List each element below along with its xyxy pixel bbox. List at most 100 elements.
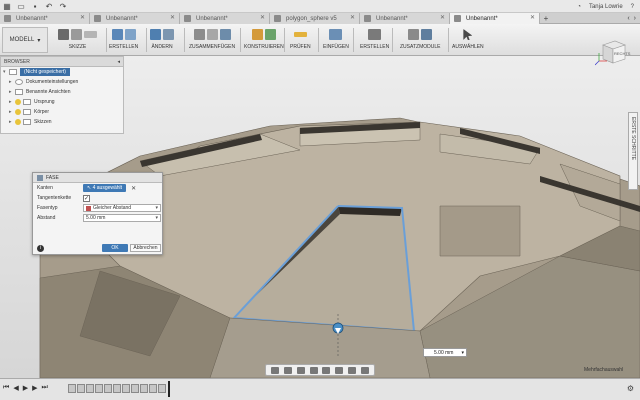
new-tab-button[interactable]: + xyxy=(540,13,552,24)
visibility-bulb-icon[interactable] xyxy=(15,99,21,105)
make-group[interactable]: ERSTELLEN xyxy=(360,26,389,54)
inspect-group[interactable]: PRÜFEN xyxy=(290,26,311,54)
gear-icon[interactable]: ⚙ xyxy=(627,384,634,393)
redo-icon[interactable]: ↷ xyxy=(56,0,70,13)
tree-root-label[interactable]: (Nicht gespeichert) xyxy=(20,68,70,76)
close-icon[interactable]: ✕ xyxy=(170,13,175,24)
look-at-icon[interactable] xyxy=(284,366,293,374)
visibility-bulb-icon[interactable] xyxy=(15,109,21,115)
timeline-feature[interactable] xyxy=(86,384,94,393)
distance-input[interactable]: 5.00 mm ▾ xyxy=(83,214,161,222)
close-icon[interactable]: ✕ xyxy=(350,13,355,24)
close-icon[interactable]: ✕ xyxy=(440,13,445,24)
user-name[interactable]: Tanja Lowrie xyxy=(589,4,623,10)
chamfer-type-select[interactable]: Gleicher Abstand ▾ xyxy=(83,204,161,212)
timeline-marker[interactable] xyxy=(168,381,170,397)
fit-icon[interactable] xyxy=(322,366,331,374)
timeline-feature[interactable] xyxy=(149,384,157,393)
extrude-icon[interactable] xyxy=(111,29,123,40)
viewports-icon[interactable] xyxy=(360,366,369,374)
construct-group[interactable]: KONSTRUIEREN xyxy=(244,26,284,54)
app-menu-icon[interactable]: ▦ xyxy=(0,0,14,13)
view-cube[interactable]: RECHTS xyxy=(594,35,630,69)
insert-image-icon[interactable] xyxy=(329,29,343,40)
orbit-icon[interactable] xyxy=(271,366,280,374)
document-tab[interactable]: polygon_sphere v5 ✕ xyxy=(270,13,360,24)
addins-group[interactable]: ZUSATZMODULE xyxy=(400,26,440,54)
dialog-header[interactable]: FASE xyxy=(33,173,162,183)
canvas-distance-input[interactable]: 5.00 mm ▾ xyxy=(423,348,467,357)
fillet-icon[interactable] xyxy=(163,29,174,40)
help-icon[interactable]: ? xyxy=(631,4,634,10)
tangent-chain-checkbox[interactable]: ✓ xyxy=(83,194,90,202)
document-tab[interactable]: Unbenannt* ✕ xyxy=(0,13,90,24)
as-built-joint-icon[interactable] xyxy=(219,29,231,40)
document-tab[interactable]: Unbenannt* ✕ xyxy=(90,13,180,24)
tree-item-bodies[interactable]: ▸ Körper xyxy=(1,107,123,117)
getting-started-panel[interactable]: ERSTE SCHRITTE xyxy=(628,112,638,190)
document-tab-active[interactable]: Unbenannt* ✕ xyxy=(450,13,540,24)
step-forward-icon[interactable]: ▶ xyxy=(32,384,37,392)
offset-plane-icon[interactable] xyxy=(251,29,263,40)
revolve-icon[interactable] xyxy=(124,29,136,40)
timeline-feature[interactable] xyxy=(158,384,166,393)
timeline-feature[interactable] xyxy=(122,384,130,393)
workspace-switcher[interactable]: MODELL ▾ xyxy=(2,27,48,53)
pan-icon[interactable] xyxy=(296,366,305,374)
zoom-icon[interactable] xyxy=(309,366,318,374)
tree-item-sketches[interactable]: ▸ Skizzen xyxy=(1,117,123,127)
ok-button[interactable]: OK xyxy=(102,244,128,252)
timeline-feature[interactable] xyxy=(77,384,85,393)
sketch-rectangle-icon[interactable] xyxy=(84,31,97,38)
press-pull-icon[interactable] xyxy=(150,29,161,40)
3d-print-icon[interactable] xyxy=(368,29,382,40)
visibility-bulb-icon[interactable] xyxy=(15,119,21,125)
tree-item-origin[interactable]: ▸ Ursprung xyxy=(1,97,123,107)
timeline-feature[interactable] xyxy=(95,384,103,393)
go-to-start-icon[interactable]: ⏮ xyxy=(3,384,9,392)
plane-at-angle-icon[interactable] xyxy=(264,29,276,40)
model-facet[interactable] xyxy=(439,205,521,257)
document-tab[interactable]: Unbenannt* ✕ xyxy=(360,13,450,24)
chevron-right-icon[interactable]: › xyxy=(634,15,636,22)
close-icon[interactable]: ✕ xyxy=(260,13,265,24)
cancel-button[interactable]: Abbrechen xyxy=(130,244,161,252)
joint-icon[interactable] xyxy=(206,29,218,40)
measure-icon[interactable] xyxy=(293,32,307,37)
undo-icon[interactable]: ↶ xyxy=(42,0,56,13)
edges-select-button[interactable]: ↖ 4 ausgewählt xyxy=(83,184,127,192)
collapse-icon[interactable]: ◂ xyxy=(117,59,120,65)
clear-selection-icon[interactable]: ✕ xyxy=(131,185,136,192)
job-status-icon[interactable]: ◔ xyxy=(577,4,581,10)
sketch-create-icon[interactable] xyxy=(58,29,69,40)
document-tab[interactable]: Unbenannt* ✕ xyxy=(180,13,270,24)
close-icon[interactable]: ✕ xyxy=(80,13,85,24)
timeline-feature[interactable] xyxy=(140,384,148,393)
file-icon[interactable]: ▭ xyxy=(14,0,28,13)
select-group[interactable]: AUSWÄHLEN xyxy=(452,26,484,54)
grid-icon[interactable] xyxy=(347,366,356,374)
timeline-feature[interactable] xyxy=(104,384,112,393)
save-icon[interactable]: ▪ xyxy=(28,0,42,13)
go-to-end-icon[interactable]: ⏭ xyxy=(41,384,47,392)
insert-group[interactable]: EINFÜGEN xyxy=(323,26,349,54)
tree-root[interactable]: ▾ (Nicht gespeichert) xyxy=(1,67,123,77)
timeline-feature[interactable] xyxy=(68,384,76,393)
tree-item-document-settings[interactable]: ▸ Dokumenteinstellungen xyxy=(1,77,123,87)
play-icon[interactable]: ▶ xyxy=(23,384,28,392)
tree-item-named-views[interactable]: ▸ Benannte Ansichten xyxy=(1,87,123,97)
timeline-track[interactable] xyxy=(68,384,176,395)
timeline-feature[interactable] xyxy=(131,384,139,393)
chevron-left-icon[interactable]: ‹ xyxy=(627,15,629,22)
modify-group[interactable]: ÄNDERN xyxy=(150,26,174,54)
display-settings-icon[interactable] xyxy=(335,366,344,374)
scripts-icon[interactable] xyxy=(408,29,420,40)
assemble-group[interactable]: ZUSAMMENFÜGEN xyxy=(189,26,235,54)
close-icon[interactable]: ✕ xyxy=(530,13,535,24)
create-group[interactable]: ERSTELLEN xyxy=(109,26,138,54)
info-icon[interactable]: i xyxy=(37,244,44,252)
step-back-icon[interactable]: ◀ xyxy=(13,384,18,392)
new-component-icon[interactable] xyxy=(193,29,205,40)
sketch-group[interactable]: SKIZZE xyxy=(58,26,97,54)
timeline-feature[interactable] xyxy=(113,384,121,393)
